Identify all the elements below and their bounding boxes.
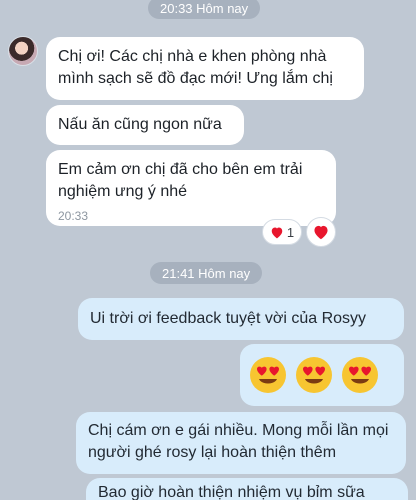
react-heart-button[interactable] — [306, 217, 336, 247]
avatar[interactable] — [8, 36, 38, 66]
heart-icon — [314, 225, 328, 240]
time-separator: 21:41 Hôm nay — [150, 262, 263, 284]
message-text: Ui trời ơi feedback tuyệt vời của Rosyy — [90, 310, 367, 327]
message-text: Em cảm ơn chị đã cho bên em trải nghiệm … — [58, 161, 303, 200]
outgoing-message[interactable]: Bao giờ hoàn thiện nhiệm vụ bỉm sữa — [86, 478, 408, 500]
heart-eyes-emoji-icon — [296, 357, 332, 393]
chat-thread: 20:33 Hôm nay Chị ơi! Các chị nhà e khen… — [0, 0, 416, 500]
incoming-message[interactable]: Chị ơi! Các chị nhà e khen phòng nhà mìn… — [46, 37, 364, 100]
heart-icon — [271, 227, 283, 238]
outgoing-emoji-message[interactable] — [240, 344, 404, 406]
message-text: Chị ơi! Các chị nhà e khen phòng nhà mìn… — [58, 48, 333, 87]
message-text: Nấu ăn cũng ngon nữa — [58, 116, 222, 133]
outgoing-message[interactable]: Ui trời ơi feedback tuyệt vời của Rosyy — [78, 298, 404, 340]
incoming-message[interactable]: Nấu ăn cũng ngon nữa — [46, 105, 244, 145]
heart-eyes-emoji-icon — [342, 357, 378, 393]
incoming-message[interactable]: Em cảm ơn chị đã cho bên em trải nghiệm … — [46, 150, 336, 226]
heart-eyes-emoji-icon — [250, 357, 286, 393]
message-text: Bao giờ hoàn thiện nhiệm vụ bỉm sữa — [98, 484, 365, 500]
reaction-count-badge[interactable]: 1 — [262, 219, 302, 245]
reaction-count: 1 — [286, 224, 295, 240]
outgoing-message[interactable]: Chị cám ơn e gái nhiều. Mong mỗi lần mọi… — [76, 412, 406, 474]
time-separator: 20:33 Hôm nay — [148, 0, 261, 19]
message-text: Chị cám ơn e gái nhiều. Mong mỗi lần mọi… — [88, 422, 389, 461]
